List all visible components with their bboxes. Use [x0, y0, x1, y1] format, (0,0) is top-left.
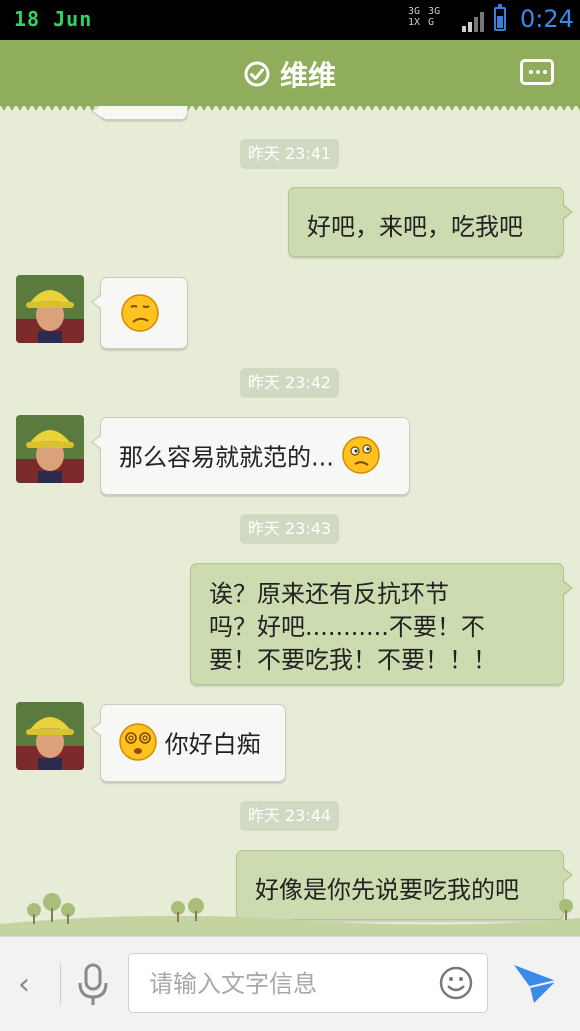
- incoming-message[interactable]: 你好白痴: [91, 704, 286, 782]
- avatar-image: [16, 275, 84, 343]
- battery-icon: [494, 4, 506, 31]
- collapse-arrow-button[interactable]: ‹: [18, 967, 30, 1002]
- signal-icon: [462, 12, 484, 32]
- status-bar: 18 Jun 3G 3G 1X G 0:24: [0, 0, 580, 40]
- message-text: 那么容易就就范的...: [119, 443, 334, 472]
- chat-header: 维维: [0, 40, 580, 111]
- message-line: 吗？好吧...........不要！不: [209, 613, 485, 641]
- message-text: 好吧，来吧，吃我吧: [307, 213, 523, 241]
- timestamp: 昨天 23:41: [240, 139, 339, 169]
- dizzy-face-icon: [119, 723, 157, 761]
- network-indicator: 3G 3G 1X G: [408, 6, 441, 28]
- timestamp: 昨天 23:42: [240, 368, 339, 398]
- avatar-image: [16, 415, 84, 483]
- confused-face-icon: [121, 294, 159, 332]
- partial-previous-bubble: [91, 106, 188, 120]
- outgoing-message[interactable]: 诶？原来还有反抗环节 吗？好吧...........不要！不 要！不要吃我！不要…: [190, 563, 573, 685]
- divider: [60, 963, 61, 1005]
- message-line: 要！不要吃我！不要！！！: [209, 646, 497, 674]
- message-line: 诶？原来还有反抗环节: [209, 580, 449, 608]
- timestamp: 昨天 23:44: [240, 801, 339, 831]
- send-icon[interactable]: [512, 961, 558, 1005]
- chat-title: 维维: [0, 54, 580, 94]
- message-input-container: [128, 953, 488, 1014]
- microphone-icon[interactable]: [76, 963, 110, 1007]
- more-options-button[interactable]: [520, 59, 554, 85]
- status-clock: 0:24: [520, 5, 574, 33]
- chat-history[interactable]: 昨天 23:41 好吧，来吧，吃我吧 昨天 23:42 那么容易就就范的... …: [0, 106, 580, 936]
- incoming-message[interactable]: [91, 277, 188, 349]
- emoji-icon[interactable]: [439, 966, 473, 1000]
- contact-avatar[interactable]: [16, 702, 84, 770]
- message-input[interactable]: [129, 954, 441, 1014]
- contact-avatar[interactable]: [16, 415, 84, 483]
- message-text: 你好白痴: [164, 730, 261, 759]
- status-date: 18 Jun: [14, 7, 93, 31]
- contact-name: 维维: [279, 59, 336, 92]
- outgoing-message[interactable]: 好吧，来吧，吃我吧: [288, 187, 573, 257]
- verified-check-icon: [244, 61, 270, 87]
- decorative-scenery: [0, 893, 580, 936]
- avatar-image: [16, 702, 84, 770]
- timestamp: 昨天 23:43: [240, 514, 339, 544]
- input-bar: ‹: [0, 936, 580, 1031]
- incoming-message[interactable]: 那么容易就就范的...: [91, 417, 410, 495]
- contact-avatar[interactable]: [16, 275, 84, 343]
- puzzled-face-icon: [341, 436, 380, 474]
